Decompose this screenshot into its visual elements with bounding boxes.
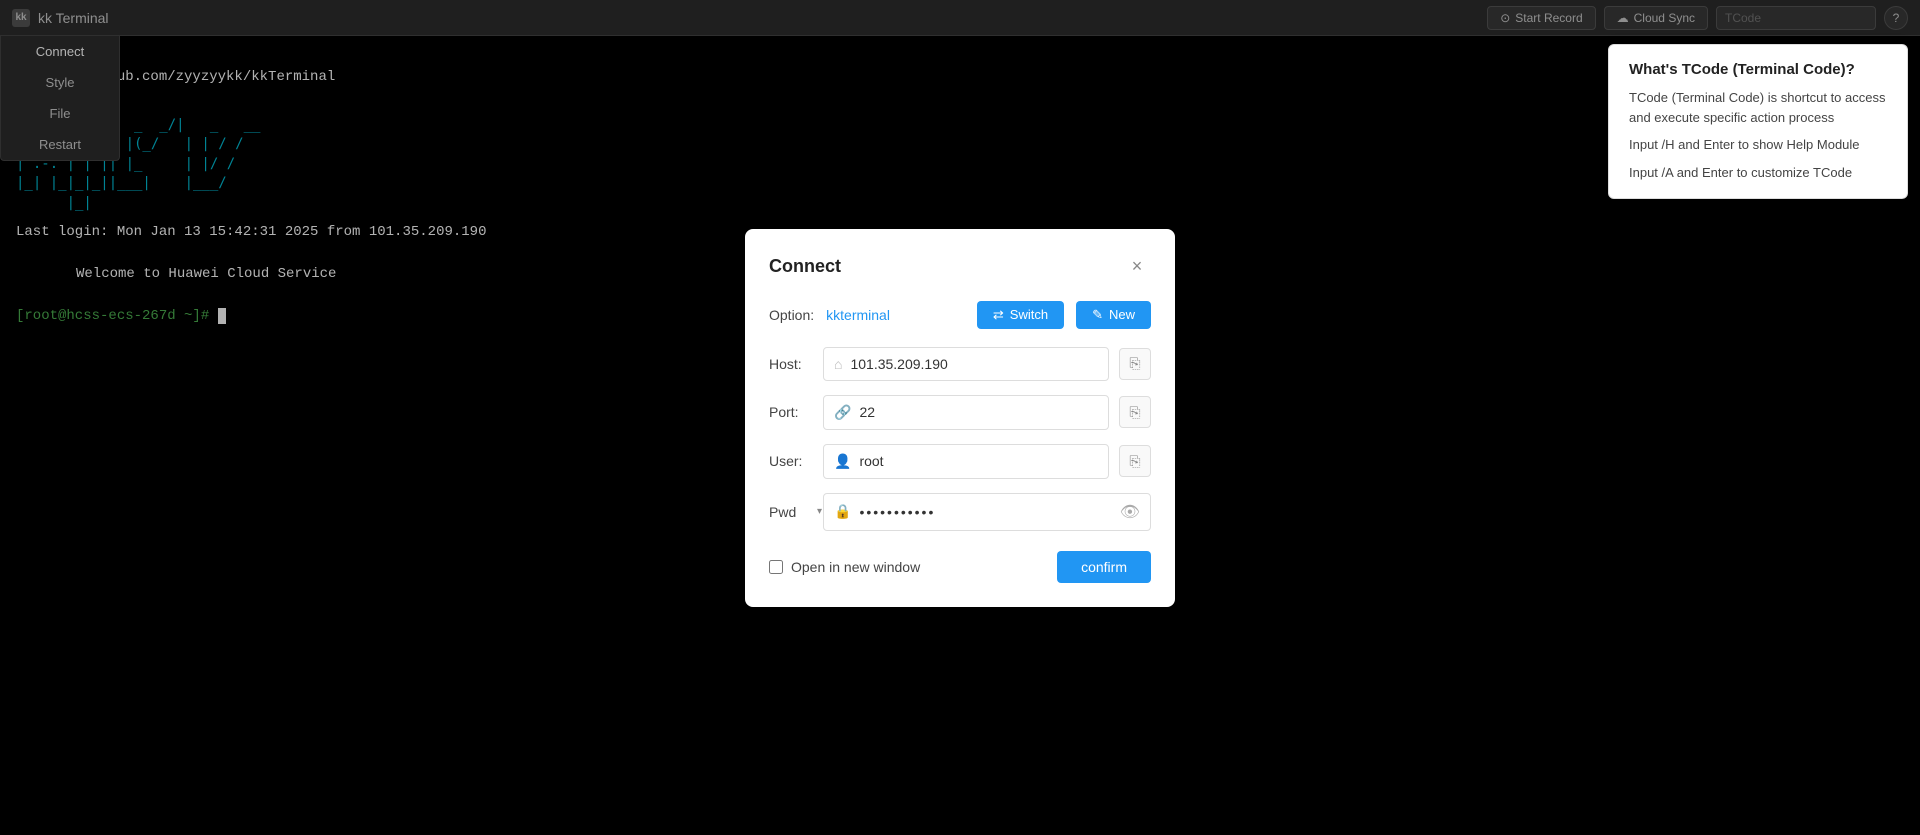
copy-icon-port: ⎘	[1129, 404, 1140, 421]
user-row: User: 👤 ⎘	[769, 444, 1151, 479]
open-new-window-label: Open in new window	[791, 559, 920, 575]
option-row: Option: kkterminal ⇄ Switch ✎ New	[769, 301, 1151, 329]
open-new-window-wrap: Open in new window	[769, 559, 920, 575]
switch-icon: ⇄	[993, 307, 1004, 323]
dialog-header: Connect ×	[769, 253, 1151, 281]
pwd-label-wrap: Pwd ▾	[769, 504, 813, 520]
new-icon: ✎	[1092, 307, 1103, 323]
user-label: User:	[769, 453, 813, 469]
host-row: Host: ⌂ ⎘	[769, 347, 1151, 381]
eye-icon: 👁	[1120, 502, 1140, 522]
port-icon: 🔗	[834, 404, 851, 421]
pwd-label: Pwd	[769, 504, 813, 520]
tcode-tooltip-line1: TCode (Terminal Code) is shortcut to acc…	[1629, 88, 1887, 127]
option-value: kkterminal	[826, 307, 965, 323]
connect-dialog: Connect × Option: kkterminal ⇄ Switch ✎ …	[745, 229, 1175, 607]
tcode-tooltip-title: What's TCode (Terminal Code)?	[1629, 61, 1887, 78]
port-input-wrap: 🔗	[823, 395, 1109, 430]
host-input-wrap: ⌂	[823, 347, 1109, 381]
pwd-input-wrap: 🔒 👁	[823, 493, 1151, 531]
option-label: Option:	[769, 307, 814, 323]
port-copy-button[interactable]: ⎘	[1119, 396, 1151, 428]
dialog-title: Connect	[769, 256, 841, 277]
user-icon: 👤	[834, 453, 851, 470]
tcode-tooltip-line2: Input /H and Enter to show Help Module	[1629, 135, 1887, 155]
pwd-input[interactable]	[859, 504, 1111, 520]
host-input[interactable]	[850, 356, 1098, 372]
host-copy-button[interactable]: ⎘	[1119, 348, 1151, 380]
switch-button[interactable]: ⇄ Switch	[977, 301, 1064, 329]
pwd-chevron-icon: ▾	[817, 506, 822, 517]
dialog-footer: Open in new window confirm	[769, 551, 1151, 583]
host-icon: ⌂	[834, 356, 842, 372]
confirm-button[interactable]: confirm	[1057, 551, 1151, 583]
user-input-wrap: 👤	[823, 444, 1109, 479]
eye-toggle-button[interactable]: 👁	[1120, 502, 1140, 522]
port-input[interactable]	[859, 404, 1098, 420]
copy-icon-user: ⎘	[1129, 453, 1140, 470]
user-copy-button[interactable]: ⎘	[1119, 445, 1151, 477]
port-label: Port:	[769, 404, 813, 420]
new-button[interactable]: ✎ New	[1076, 301, 1151, 329]
copy-icon: ⎘	[1129, 355, 1140, 372]
pwd-row: Pwd ▾ 🔒 👁	[769, 493, 1151, 531]
open-new-window-checkbox[interactable]	[769, 560, 783, 574]
dialog-close-button[interactable]: ×	[1123, 253, 1151, 281]
lock-icon: 🔒	[834, 503, 851, 520]
user-input[interactable]	[859, 453, 1098, 469]
tcode-tooltip-line3: Input /A and Enter to customize TCode	[1629, 163, 1887, 183]
tcode-tooltip: What's TCode (Terminal Code)? TCode (Ter…	[1608, 44, 1908, 199]
host-label: Host:	[769, 356, 813, 372]
port-row: Port: 🔗 ⎘	[769, 395, 1151, 430]
